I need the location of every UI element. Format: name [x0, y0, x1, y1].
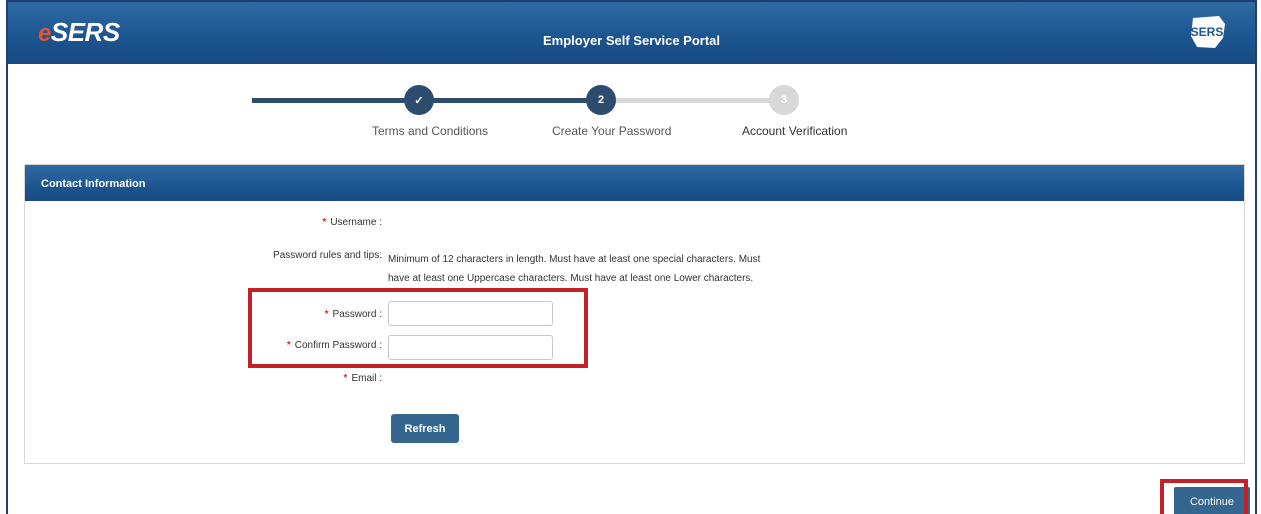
username-label: * Username :: [322, 217, 382, 228]
portal-title: Employer Self Service Portal: [542, 33, 721, 48]
password-fields-highlight: [248, 288, 588, 368]
panel-title: Contact Information: [25, 165, 1244, 201]
step-1-check-icon: ✓: [404, 85, 434, 115]
email-label: * Email :: [343, 373, 382, 384]
app-frame: eSERS Employer Self Service Portal SERS …: [6, 0, 1257, 514]
refresh-button[interactable]: Refresh: [391, 414, 459, 443]
required-marker: *: [322, 217, 327, 228]
continue-button-highlight: [1160, 479, 1248, 514]
step-2-marker: 2: [586, 85, 616, 115]
svg-text:SERS: SERS: [1191, 25, 1224, 39]
password-rules-label: Password rules and tips:: [273, 250, 382, 261]
ohio-seal-icon: SERS: [1191, 16, 1225, 48]
stepper-track-remaining: [607, 98, 783, 103]
contact-information-panel: Contact Information * Username : Password…: [24, 164, 1245, 464]
step-3-marker: 3: [769, 85, 799, 115]
rules-line-1: Minimum of 12 characters in length. Must…: [388, 254, 761, 265]
step-1-label: Terms and Conditions: [372, 124, 489, 138]
top-header: eSERS Employer Self Service Portal SERS: [8, 2, 1255, 64]
rules-line-2: have at least one Uppercase characters. …: [388, 273, 754, 284]
progress-stepper: ✓ 2 3 Terms and Conditions Create Your P…: [8, 64, 1255, 164]
step-2-label: Create Your Password: [552, 124, 672, 138]
step-3-label: Account Verification: [742, 124, 848, 138]
password-rules-text: Minimum of 12 characters in length. Must…: [388, 250, 828, 288]
required-marker: *: [343, 373, 348, 384]
